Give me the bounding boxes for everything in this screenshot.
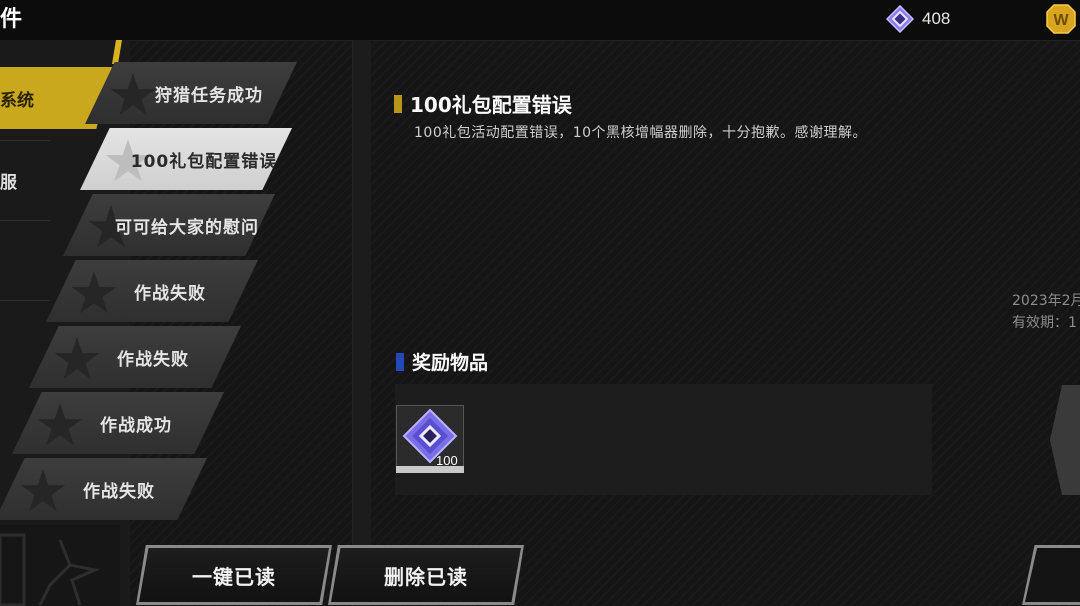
read-all-label: 一键已读 [192, 564, 276, 589]
gold-coin-letter: W [1053, 12, 1069, 29]
mail-body: 100礼包活动配置错误，10个黑核增幅器删除，十分抱歉。感谢理解。 [414, 125, 868, 141]
rewards-heading: 奖励物品 [412, 352, 489, 374]
purple-gem-icon [886, 5, 914, 33]
top-bar: 件 408 W [0, 0, 1080, 41]
mail-list-item[interactable]: ★ 作战失败 [29, 326, 241, 388]
decorative-emblem [0, 525, 120, 606]
mail-title-header: 100礼包配置错误 [394, 89, 572, 118]
mail-item-label: 作战成功 [100, 415, 172, 436]
currency-display: 408 [886, 4, 950, 34]
title-accent-bar [394, 94, 402, 113]
rewards-accent-bar [396, 352, 404, 371]
rewards-panel [395, 384, 932, 495]
rewards-header: 奖励物品 [396, 348, 488, 375]
category-label: 系统 [0, 90, 34, 111]
category-divider [0, 220, 50, 221]
mail-date: 2023年2月 [1012, 293, 1080, 309]
mail-item-label: 狩猎任务成功 [155, 85, 263, 106]
mail-item-label: 作战失败 [117, 349, 189, 370]
mail-item-label: 100礼包配置错误 [130, 151, 278, 172]
mail-title: 100礼包配置错误 [410, 93, 572, 117]
panel-divider [352, 40, 371, 606]
mail-meta: 2023年2月 有效期：1 [1012, 290, 1080, 334]
gold-coin-icon[interactable]: W [1046, 4, 1076, 34]
mail-list-item[interactable]: ★ 作战失败 [46, 260, 258, 322]
mail-list-item[interactable]: ★ 作战成功 [12, 392, 224, 454]
read-all-button[interactable]: 一键已读 [136, 545, 332, 605]
page-title: 件 [0, 7, 23, 32]
category-divider [0, 300, 50, 301]
reward-quantity: 100 [436, 453, 458, 468]
mail-list-item[interactable]: ★ 作战失败 [0, 458, 207, 520]
mail-list-item[interactable]: ★ 可可给大家的慰问 [63, 194, 275, 256]
mail-list-item-selected[interactable]: ★ 100礼包配置错误 [80, 128, 292, 190]
mail-validity: 有效期：1 [1012, 315, 1077, 331]
mail-list-item[interactable]: ★ 狩猎任务成功 [85, 62, 297, 124]
category-divider [0, 140, 50, 141]
mail-item-label: 可可给大家的慰问 [115, 217, 259, 238]
currency-value: 408 [922, 9, 951, 28]
delete-read-button[interactable]: 删除已读 [328, 545, 524, 605]
delete-read-label: 删除已读 [384, 564, 468, 589]
mail-item-label: 作战失败 [134, 283, 206, 304]
category-label: 服 [0, 172, 17, 193]
mail-item-label: 作战失败 [83, 481, 155, 502]
